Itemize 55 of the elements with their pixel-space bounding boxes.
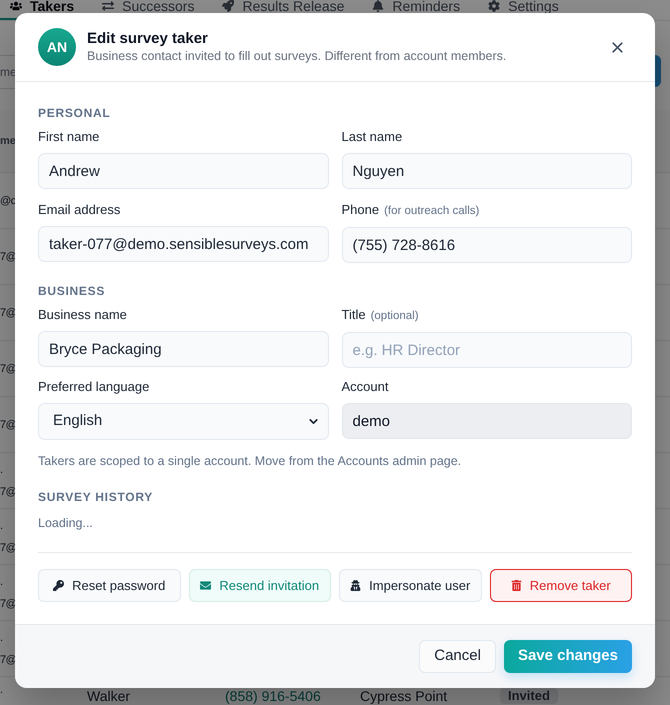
field-hint: (for outreach calls) [384, 204, 480, 219]
table-cell-text: . [0, 574, 3, 590]
toolbar-button[interactable] [655, 55, 661, 87]
action-button[interactable]: Impersonate user [339, 569, 482, 602]
field-hint: (optional) [370, 309, 419, 324]
settings-icon [488, 0, 500, 12]
action-button[interactable]: Resend invitation [188, 569, 331, 602]
field-label: First name [38, 129, 100, 145]
table-cell-text: . [0, 462, 3, 478]
tab[interactable]: Settings [478, 0, 569, 20]
table-cell-text: . [0, 683, 3, 698]
table-cell-text: . [0, 518, 3, 534]
tab[interactable]: Successors [92, 0, 204, 20]
dialog-title: Edit survey taker [87, 29, 209, 48]
rocket-icon [222, 0, 234, 12]
field-label: Business name [38, 307, 127, 323]
table-cell: (858) 916-5406 [225, 688, 321, 704]
cancel-button[interactable]: Cancel [419, 640, 496, 673]
table-cell: Walker [87, 688, 130, 704]
field-label: Title [342, 307, 366, 323]
section-heading: SURVEY HISTORY [38, 489, 154, 505]
field-label: Email address [38, 202, 120, 218]
envelope-icon [200, 580, 212, 591]
table-cell-text: . [0, 630, 3, 646]
users-icon [10, 0, 22, 12]
input-field[interactable]: taker-077@demo.sensiblesurveys.com [38, 226, 328, 262]
tab[interactable]: Reminders [362, 0, 470, 20]
action-button[interactable]: Reset password [38, 569, 180, 602]
dialog-subtitle: Business contact invited to fill out surveys. Different from account members. [87, 48, 506, 65]
field-label: Phone [342, 202, 380, 218]
input-field[interactable]: Nguyen [342, 153, 632, 189]
input-field[interactable]: e.g. HR Director [342, 332, 632, 368]
section-heading: BUSINESS [38, 283, 106, 299]
spy-icon [350, 580, 362, 591]
status-badge: Invited [500, 688, 558, 704]
select-field[interactable]: English [38, 403, 328, 440]
table-cell: Cypress Point [360, 688, 448, 704]
swap-arrows-icon [102, 0, 114, 12]
avatar: AN [38, 28, 76, 66]
section-heading: PERSONAL [38, 105, 110, 121]
input-field[interactable]: Andrew [38, 153, 328, 189]
bell-icon [372, 0, 384, 12]
field-label: Last name [342, 129, 402, 145]
trash-icon [510, 580, 522, 591]
action-button[interactable]: Remove taker [490, 569, 632, 602]
input-field[interactable]: Bryce Packaging [38, 331, 328, 367]
field-label: Account [342, 379, 388, 395]
key-icon [53, 580, 64, 591]
field-label: Preferred language [38, 379, 150, 395]
column-header: me [0, 134, 16, 149]
help-text: Takers are scoped to a single account. Move from the Accounts admin page. [38, 453, 462, 469]
input-field[interactable]: (755) 728-8616 [342, 227, 632, 263]
loading-text: Loading... [38, 515, 93, 531]
tab[interactable]: Results Release [212, 0, 354, 20]
table-cell-text: @c [0, 194, 16, 208]
